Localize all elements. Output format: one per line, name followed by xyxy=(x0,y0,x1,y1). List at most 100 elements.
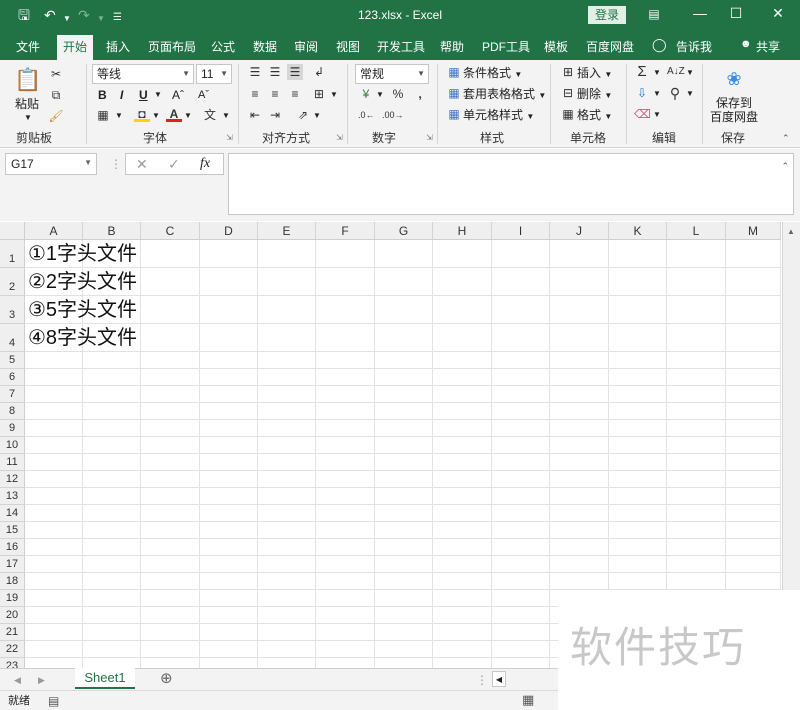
number-format-select[interactable]: 常规 ▼ xyxy=(355,64,429,84)
baidu-netdisk-icon[interactable]: ❀ xyxy=(722,68,746,90)
collapse-ribbon-icon[interactable]: ⌃ xyxy=(782,130,790,146)
phonetic-dropdown-icon[interactable]: ▼ xyxy=(222,108,230,124)
collapse-formula-bar-icon[interactable]: ⌃ xyxy=(781,158,789,174)
scroll-up-icon[interactable]: ▲ xyxy=(787,224,795,240)
row-header-3[interactable]: 3 xyxy=(0,296,25,324)
copy-icon[interactable]: ⧉ xyxy=(48,87,64,103)
formula-bar-handle-icon[interactable]: ⋮ xyxy=(110,156,122,172)
row-header-16[interactable]: 16 xyxy=(0,539,25,556)
column-header-a[interactable]: A xyxy=(25,222,83,240)
phonetic-icon[interactable]: 文 xyxy=(202,107,218,123)
tab-split-handle-icon[interactable]: ⋮ xyxy=(476,672,488,688)
tab-review[interactable]: 审阅 xyxy=(294,38,318,55)
column-header-j[interactable]: J xyxy=(550,222,609,240)
merge-center-icon[interactable]: ⊞ xyxy=(311,86,327,102)
row-header-19[interactable]: 19 xyxy=(0,590,25,607)
chevron-down-icon[interactable]: ▼ xyxy=(84,158,92,167)
tab-baidu-netdisk[interactable]: 百度网盘 xyxy=(586,38,634,55)
bold-button[interactable]: B xyxy=(98,87,107,103)
cell-a4[interactable]: ④8字头文件 xyxy=(28,325,137,351)
column-header-k[interactable]: K xyxy=(609,222,667,240)
share-button[interactable]: 共享 xyxy=(756,38,780,55)
align-top-icon[interactable]: ☰ xyxy=(247,64,263,80)
sort-filter-dropdown-icon[interactable]: ▼ xyxy=(686,65,694,81)
row-header-15[interactable]: 15 xyxy=(0,522,25,539)
decrease-decimal-icon[interactable]: .00→ xyxy=(382,107,404,123)
fill-dropdown-icon[interactable]: ▼ xyxy=(653,86,661,102)
normal-view-icon[interactable]: ▦ xyxy=(522,692,534,708)
delete-button[interactable]: 删除 ▼ xyxy=(577,86,612,104)
add-sheet-icon[interactable]: ⊕ xyxy=(160,671,173,687)
cell-a3[interactable]: ③5字头文件 xyxy=(28,297,137,323)
paste-icon[interactable]: 📋 xyxy=(14,66,41,94)
fill-color-icon[interactable]: ◘ xyxy=(134,106,150,122)
row-header-13[interactable]: 13 xyxy=(0,488,25,505)
tab-help[interactable]: 帮助 xyxy=(440,38,464,55)
row-header-8[interactable]: 8 xyxy=(0,403,25,420)
row-header-5[interactable]: 5 xyxy=(0,352,25,369)
font-color-dropdown-icon[interactable]: ▼ xyxy=(184,108,192,124)
close-icon[interactable]: ✕ xyxy=(768,5,788,22)
tab-page-layout[interactable]: 页面布局 xyxy=(148,38,196,55)
row-header-6[interactable]: 6 xyxy=(0,369,25,386)
row-header-17[interactable]: 17 xyxy=(0,556,25,573)
cut-icon[interactable]: ✂ xyxy=(48,66,64,82)
autosum-icon[interactable]: Σ xyxy=(634,64,650,80)
tell-me-search[interactable]: 告诉我 xyxy=(676,38,712,55)
column-header-d[interactable]: D xyxy=(200,222,258,240)
row-header-11[interactable]: 11 xyxy=(0,454,25,471)
font-size-select[interactable]: 11 ▼ xyxy=(196,64,232,84)
merge-dropdown-icon[interactable]: ▼ xyxy=(330,87,338,103)
tab-developer[interactable]: 开发工具 xyxy=(377,38,425,55)
comma-style-icon[interactable]: , xyxy=(412,86,428,102)
row-header-4[interactable]: 4 xyxy=(0,324,25,352)
align-left-icon[interactable]: ≡ xyxy=(247,86,263,102)
clear-icon[interactable]: ⌫ xyxy=(634,106,651,122)
font-dialog-launcher-icon[interactable]: ⇲ xyxy=(226,130,233,146)
format-button[interactable]: 格式 ▼ xyxy=(577,107,612,125)
decrease-indent-icon[interactable]: ⇤ xyxy=(247,107,263,123)
format-painter-icon[interactable]: 🖌 xyxy=(48,108,64,124)
save-to-label-line2[interactable]: 百度网盘 xyxy=(710,109,758,125)
minimize-icon[interactable]: — xyxy=(690,5,710,21)
font-color-icon[interactable]: A xyxy=(166,106,182,122)
scroll-left-icon[interactable]: ◀ xyxy=(492,671,506,687)
increase-font-icon[interactable]: Aˆ xyxy=(172,87,184,103)
tab-pdf-tools[interactable]: PDF工具 xyxy=(482,38,530,55)
table-format-button[interactable]: 套用表格格式 ▼ xyxy=(463,86,546,104)
formula-input[interactable]: ⌃ xyxy=(228,153,794,215)
currency-icon[interactable]: ¥ xyxy=(358,86,374,102)
column-header-b[interactable]: B xyxy=(83,222,141,240)
cell-a1[interactable]: ①1字头文件 xyxy=(28,241,137,267)
italic-button[interactable]: I xyxy=(120,87,123,103)
percent-icon[interactable]: % xyxy=(390,86,406,102)
row-header-2[interactable]: 2 xyxy=(0,268,25,296)
row-header-20[interactable]: 20 xyxy=(0,607,25,624)
cell-style-button[interactable]: 单元格样式 ▼ xyxy=(463,107,534,125)
tab-view[interactable]: 视图 xyxy=(336,38,360,55)
wrap-text-icon[interactable]: ↲ xyxy=(311,64,327,80)
column-header-h[interactable]: H xyxy=(433,222,492,240)
select-all-corner[interactable] xyxy=(0,222,25,240)
orientation-dropdown-icon[interactable]: ▼ xyxy=(313,108,321,124)
ribbon-display-icon[interactable]: ▤ xyxy=(644,7,664,21)
tab-insert[interactable]: 插入 xyxy=(106,38,130,55)
fill-down-icon[interactable]: ⇩ xyxy=(634,85,650,101)
alignment-dialog-launcher-icon[interactable]: ⇲ xyxy=(336,130,343,146)
currency-dropdown-icon[interactable]: ▼ xyxy=(376,87,384,103)
row-header-12[interactable]: 12 xyxy=(0,471,25,488)
fill-dropdown-icon[interactable]: ▼ xyxy=(152,108,160,124)
tab-formulas[interactable]: 公式 xyxy=(211,38,235,55)
align-center-icon[interactable]: ≡ xyxy=(267,86,283,102)
underline-button[interactable]: U xyxy=(139,87,148,103)
cell-a2[interactable]: ②2字头文件 xyxy=(28,269,137,295)
next-sheet-icon[interactable]: ▶ xyxy=(38,672,45,688)
row-header-23[interactable]: 23 xyxy=(0,658,25,668)
tab-data[interactable]: 数据 xyxy=(253,38,277,55)
row-header-22[interactable]: 22 xyxy=(0,641,25,658)
row-header-7[interactable]: 7 xyxy=(0,386,25,403)
border-icon[interactable]: ▦ xyxy=(95,107,111,123)
clear-dropdown-icon[interactable]: ▼ xyxy=(653,107,661,123)
column-header-g[interactable]: G xyxy=(375,222,433,240)
align-middle-icon[interactable]: ☰ xyxy=(267,64,283,80)
